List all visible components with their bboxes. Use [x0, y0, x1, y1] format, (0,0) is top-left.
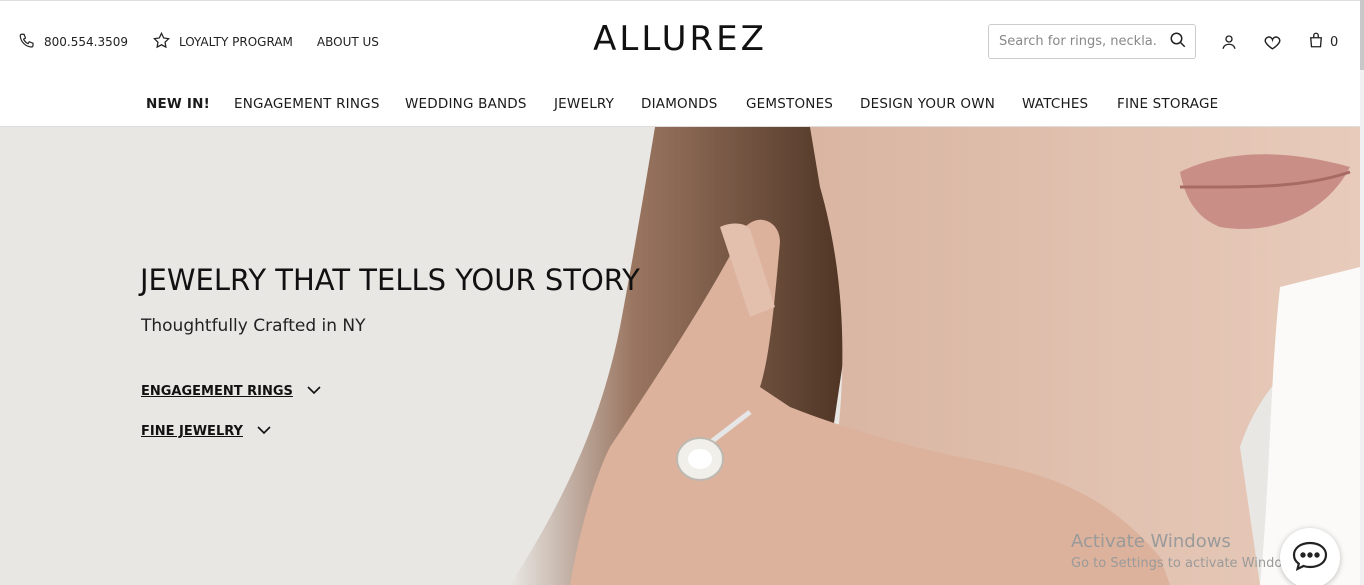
cart-count: 0: [1330, 34, 1339, 50]
windows-activation-watermark: Activate Windows Go to Settings to activ…: [1071, 531, 1304, 571]
chevron-down-icon: [243, 424, 271, 439]
engagement-rings-dropdown[interactable]: ENGAGEMENT RINGS: [141, 384, 321, 399]
fine-jewelry-link-label: FINE JEWELRY: [141, 424, 243, 439]
utility-links: 800.554.3509 LOYALTY PROGRAM ABOUT US: [18, 31, 403, 53]
nav-item-engagement-rings[interactable]: ENGAGEMENT RINGS: [234, 96, 380, 112]
watermark-line-2: Go to Settings to activate Windows.: [1071, 556, 1304, 571]
main-navigation: NEW IN! ENGAGEMENT RINGS WEDDING BANDS J…: [0, 80, 1364, 127]
chat-bubble-icon: [1291, 540, 1329, 576]
nav-item-wedding-bands[interactable]: WEDDING BANDS: [405, 96, 527, 112]
site-logo[interactable]: ALLUREZ: [590, 19, 770, 59]
search-icon[interactable]: [1169, 31, 1187, 53]
heart-icon[interactable]: [1263, 33, 1282, 52]
hero-subtitle: Thoughtfully Crafted in NY: [141, 316, 366, 336]
chat-button[interactable]: [1280, 528, 1340, 585]
loyalty-program-label: LOYALTY PROGRAM: [178, 35, 293, 49]
star-icon: [152, 31, 179, 53]
top-header: 800.554.3509 LOYALTY PROGRAM ABOUT US AL…: [0, 0, 1364, 80]
about-us-link[interactable]: ABOUT US: [317, 35, 379, 49]
search-input[interactable]: [999, 34, 1157, 49]
search-box[interactable]: [988, 24, 1196, 59]
user-icon[interactable]: [1220, 33, 1238, 51]
fine-jewelry-dropdown[interactable]: FINE JEWELRY: [141, 424, 271, 439]
account-icons: 0: [1220, 31, 1363, 53]
watermark-line-1: Activate Windows: [1071, 531, 1231, 552]
nav-item-gemstones[interactable]: GEMSTONES: [746, 96, 833, 112]
phone-icon: [18, 32, 44, 53]
scrollbar-thumb[interactable]: [1360, 0, 1364, 70]
nav-item-jewelry[interactable]: JEWELRY: [554, 96, 614, 112]
nav-item-fine-storage[interactable]: FINE STORAGE: [1117, 96, 1218, 112]
nav-item-new-in[interactable]: NEW IN!: [146, 96, 210, 112]
bag-icon: [1307, 31, 1325, 53]
nav-item-diamonds[interactable]: DIAMONDS: [641, 96, 718, 112]
page-scrollbar[interactable]: [1360, 0, 1364, 585]
engagement-rings-link-label: ENGAGEMENT RINGS: [141, 384, 293, 399]
nav-item-design-your-own[interactable]: DESIGN YOUR OWN: [860, 96, 995, 112]
hero-banner: JEWELRY THAT TELLS YOUR STORY Thoughtful…: [0, 127, 1360, 585]
chevron-down-icon: [293, 384, 321, 399]
cart-button[interactable]: 0: [1307, 31, 1338, 53]
loyalty-program-link[interactable]: LOYALTY PROGRAM: [152, 31, 293, 53]
phone-link[interactable]: 800.554.3509: [18, 32, 128, 53]
phone-number: 800.554.3509: [44, 35, 128, 49]
hero-model-photo: [510, 127, 1360, 585]
hero-title: JEWELRY THAT TELLS YOUR STORY: [140, 263, 640, 297]
nav-item-watches[interactable]: WATCHES: [1022, 96, 1088, 112]
about-us-label: ABOUT US: [316, 35, 379, 49]
